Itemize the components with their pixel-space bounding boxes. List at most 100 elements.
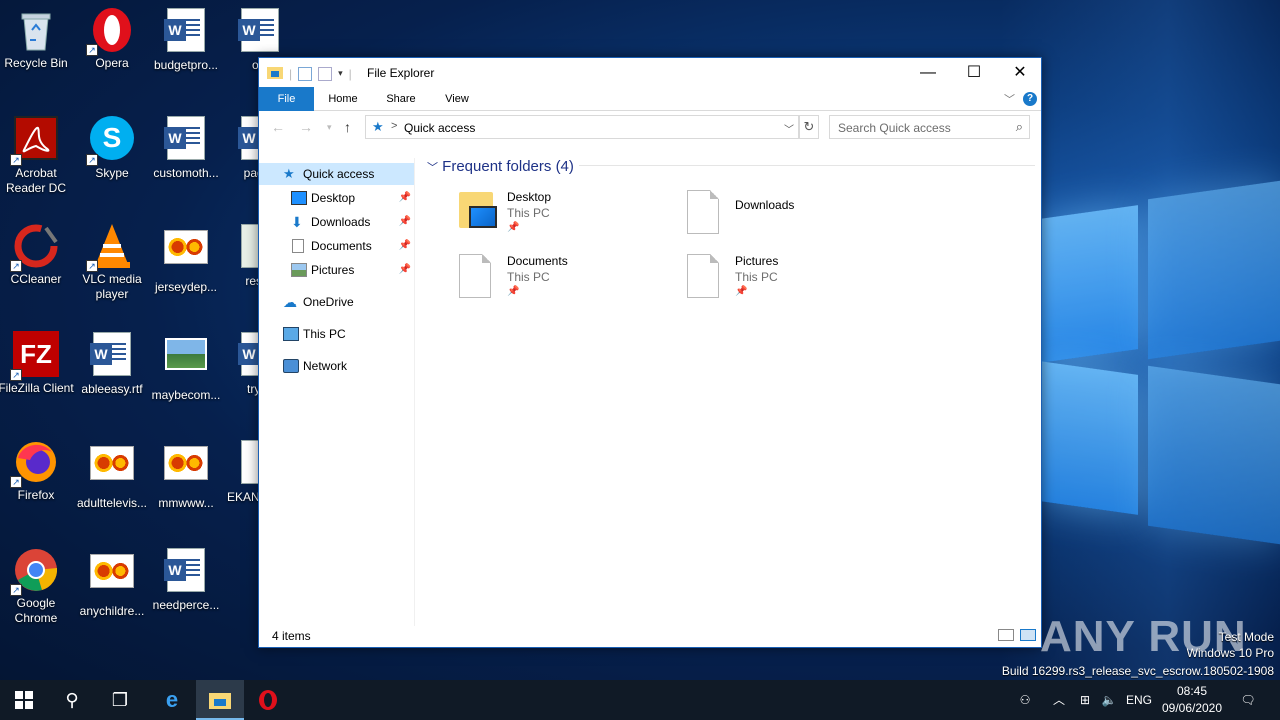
folder-icon[interactable]: [267, 65, 283, 82]
taskbar: ⚲ ❐ e ⚇ ︿ ⊞ 🔈 ENG 08:45 09/06/2020 🗨: [0, 680, 1280, 720]
nav-label: Pictures: [311, 263, 355, 277]
breadcrumb-separator[interactable]: >: [391, 120, 397, 132]
title-bar[interactable]: | ▾ | File Explorer — ☐ ✕: [259, 58, 1041, 87]
minimize-button[interactable]: —: [905, 58, 951, 87]
clock-time: 08:45: [1176, 684, 1208, 698]
nav-item-pictures[interactable]: Pictures 📌: [259, 259, 415, 281]
desktop-icon-chrome[interactable]: ↗ Google Chrome: [0, 546, 74, 626]
close-button[interactable]: ✕: [997, 58, 1043, 87]
address-bar[interactable]: ★ > Quick access ﹀: [365, 115, 799, 139]
taskbar-file-explorer[interactable]: [196, 680, 244, 720]
downloads-folder-icon: [687, 190, 725, 238]
new-folder-icon[interactable]: [318, 66, 333, 81]
desktop-icon-adulttelevis[interactable]: adulttelevis...: [74, 438, 150, 511]
folder-tile-desktop[interactable]: Desktop This PC 📌: [459, 190, 679, 246]
pin-icon[interactable]: 📌: [399, 211, 411, 233]
details-view-icon[interactable]: [998, 629, 1014, 641]
input-language-indicator[interactable]: ENG: [1124, 680, 1154, 720]
tab-share[interactable]: Share: [379, 87, 423, 111]
nav-item-onedrive[interactable]: ☁ OneDrive: [259, 291, 415, 313]
nav-item-documents[interactable]: Documents 📌: [259, 235, 415, 257]
search-placeholder: Search Quick access: [838, 121, 951, 135]
window-title: File Explorer: [367, 66, 435, 80]
clock[interactable]: 08:45 09/06/2020: [1158, 683, 1226, 717]
nav-item-quick-access[interactable]: ★ Quick access: [259, 163, 414, 185]
address-dropdown-chevron-icon[interactable]: ﹀: [784, 121, 794, 136]
nav-label: Network: [303, 359, 348, 373]
nav-item-desktop[interactable]: Desktop 📌: [259, 187, 415, 209]
taskbar-opera[interactable]: [244, 680, 292, 720]
desktop-icon-acrobat[interactable]: ↗ Acrobat Reader DC: [0, 114, 74, 196]
task-view-button[interactable]: ❐: [96, 680, 144, 720]
pin-icon[interactable]: 📌: [399, 235, 411, 257]
shortcut-arrow-icon: ↗: [86, 260, 98, 272]
large-icons-view-icon[interactable]: [1020, 629, 1036, 641]
desktop-icon-jerseydep[interactable]: jerseydep...: [148, 222, 224, 295]
desktop-icon-budgetpro[interactable]: W budgetpro...: [148, 6, 224, 73]
up-arrow-icon[interactable]: ↑: [344, 119, 351, 135]
tab-file[interactable]: File: [259, 87, 314, 111]
desktop-icon-skype[interactable]: S ↗ Skype: [74, 114, 150, 181]
file-explorer-window[interactable]: | ▾ | File Explorer — ☐ ✕ File Home Shar…: [258, 57, 1042, 648]
search-button[interactable]: ⚲: [48, 680, 96, 720]
desktop-icon-anychildre[interactable]: anychildre...: [74, 546, 150, 619]
frequent-folders-header[interactable]: ﹀ Frequent folders (4): [427, 158, 574, 175]
refresh-button[interactable]: ↻: [799, 115, 819, 139]
desktop-icon-needperce[interactable]: W needperce...: [148, 546, 224, 613]
desktop-icon-filezilla[interactable]: FZ ↗ FileZilla Client: [0, 330, 74, 396]
tab-view[interactable]: View: [435, 87, 479, 111]
image-file-icon: [88, 554, 136, 602]
ribbon-tabs: File Home Share View ﹀ ?: [259, 87, 1041, 111]
start-button[interactable]: [0, 680, 48, 720]
group-divider: [579, 165, 1035, 166]
customize-qat-chevron-icon[interactable]: ▾: [338, 68, 343, 79]
word-document-icon: W: [162, 548, 210, 596]
desktop-icon-opera[interactable]: ↗ Opera: [74, 6, 150, 71]
desktop-icon-customoth[interactable]: W customoth...: [148, 114, 224, 181]
desktop-icon-firefox[interactable]: ↗ Firefox: [0, 438, 74, 503]
tab-home[interactable]: Home: [321, 87, 365, 111]
desktop-icon-mmwww[interactable]: mmwww...: [148, 438, 224, 511]
help-icon[interactable]: ?: [1023, 92, 1037, 106]
forward-arrow-icon[interactable]: →: [299, 119, 313, 135]
nav-item-this-pc[interactable]: This PC: [259, 323, 415, 345]
word-document-icon: W: [162, 8, 210, 56]
qat-separator: |: [289, 66, 293, 81]
nav-item-network[interactable]: Network: [259, 355, 415, 377]
breadcrumb-quick-access[interactable]: Quick access: [404, 121, 475, 135]
search-input[interactable]: Search Quick access ⌕: [829, 115, 1030, 139]
search-icon: ⌕: [1015, 119, 1023, 134]
people-icon[interactable]: ⚇: [1012, 680, 1038, 720]
pin-icon[interactable]: 📌: [399, 187, 411, 209]
expand-ribbon-chevron-icon[interactable]: ﹀: [1004, 91, 1015, 107]
recent-locations-chevron-icon[interactable]: ▾: [327, 122, 332, 133]
landscape-image-icon: [162, 338, 210, 386]
network-status-icon[interactable]: ⊞: [1074, 680, 1096, 720]
nav-item-downloads[interactable]: ⬇ Downloads 📌: [259, 211, 415, 233]
properties-icon[interactable]: [298, 66, 313, 81]
folder-tile-pictures[interactable]: Pictures This PC 📌: [687, 254, 907, 310]
back-arrow-icon[interactable]: ←: [271, 119, 285, 135]
desktop-icon-maybecom[interactable]: maybecom...: [148, 330, 224, 403]
word-document-icon: W: [88, 332, 136, 380]
qat-separator: |: [348, 66, 352, 81]
folder-tile-downloads[interactable]: Downloads: [687, 190, 907, 246]
maximize-button[interactable]: ☐: [951, 58, 997, 87]
desktop-icon-vlc[interactable]: ↗ VLC media player: [74, 222, 150, 302]
desktop-icon-ableeasy[interactable]: W ableeasy.rtf: [74, 330, 150, 397]
tile-location: This PC: [507, 270, 550, 284]
desktop-icon-recycle-bin[interactable]: Recycle Bin: [0, 6, 74, 71]
os-edition-label: Windows 10 Pro: [1186, 646, 1274, 660]
vlc-icon: ↗: [86, 222, 136, 272]
pin-icon[interactable]: 📌: [399, 259, 411, 281]
action-center-icon[interactable]: 🗨: [1234, 680, 1262, 720]
folder-tile-documents[interactable]: Documents This PC 📌: [459, 254, 679, 310]
desktop-icon-ccleaner[interactable]: ↗ CCleaner: [0, 222, 74, 287]
pictures-folder-icon: [687, 254, 725, 302]
show-hidden-icons-chevron-icon[interactable]: ︿: [1048, 680, 1070, 720]
taskbar-edge[interactable]: e: [148, 680, 196, 720]
volume-icon[interactable]: 🔈: [1098, 680, 1120, 720]
download-arrow-icon: ⬇: [291, 214, 303, 230]
windows-start-icon: [15, 691, 33, 709]
opera-icon: [259, 690, 277, 710]
